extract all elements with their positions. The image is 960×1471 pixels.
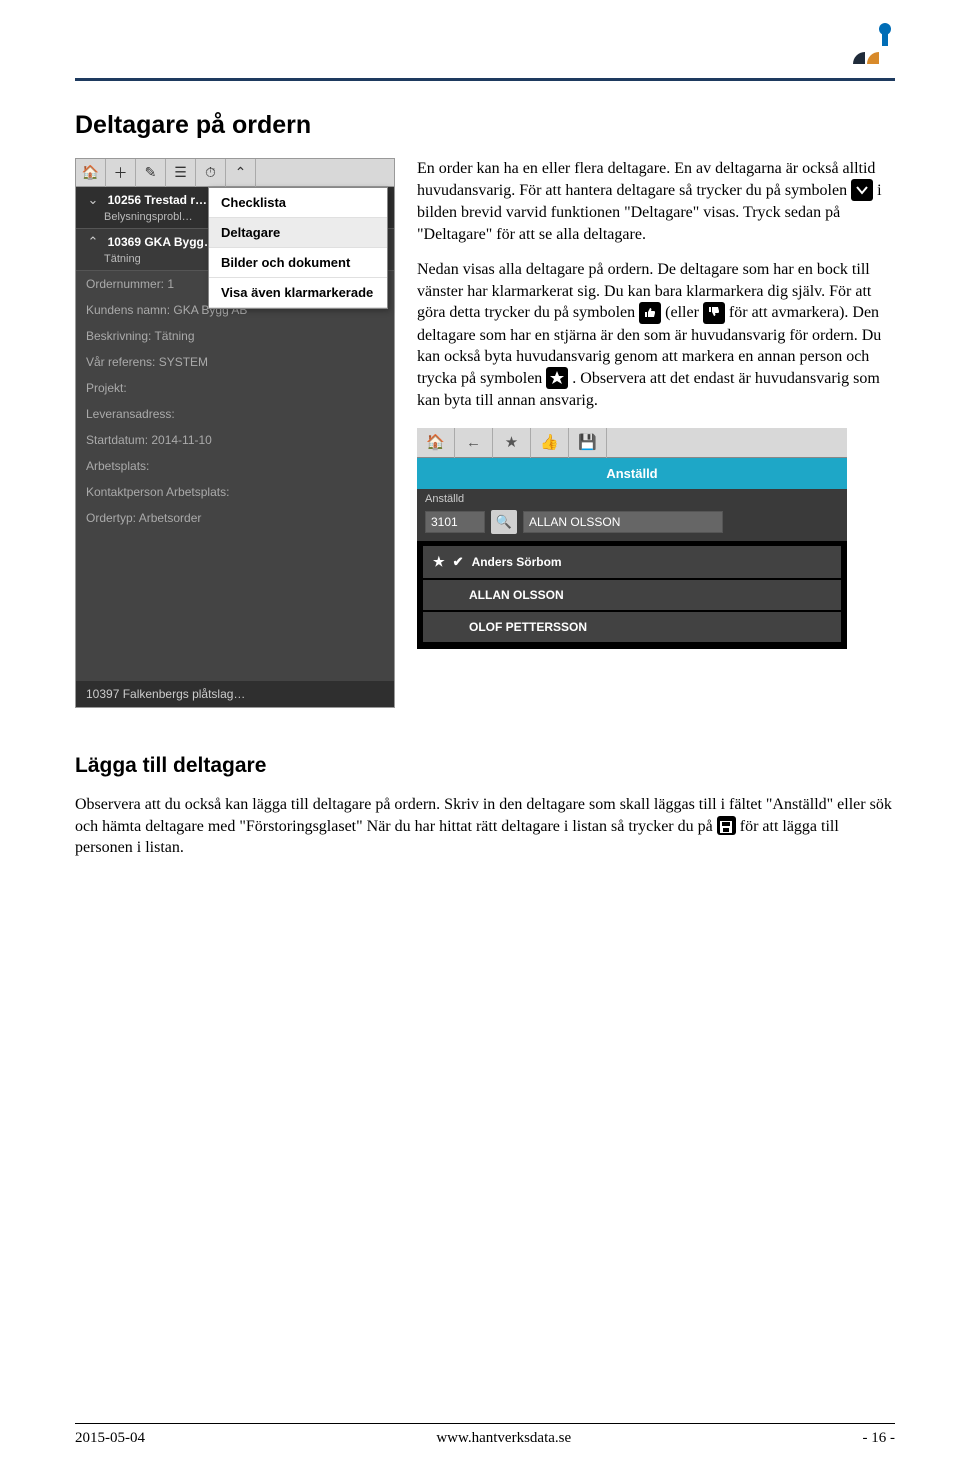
- pencil-icon[interactable]: ✎: [136, 159, 166, 187]
- home-icon[interactable]: 🏠: [417, 428, 455, 458]
- participant-name: OLOF PETTERSSON: [469, 619, 587, 635]
- field-projekt: Projekt:: [76, 375, 394, 401]
- participant-list: ★ ✔ Anders Sörbom ALLAN OLSSON OLOF PETT…: [417, 541, 847, 649]
- field-leveransadress: Leveransadress:: [76, 401, 394, 427]
- participant-name: ALLAN OLSSON: [469, 587, 564, 603]
- page-title: Deltagare på ordern: [75, 111, 895, 140]
- field-ordertyp: Ordertyp: Arbetsorder: [76, 505, 394, 531]
- order-sub: Tätning: [104, 253, 141, 265]
- plus-icon[interactable]: ＋: [106, 159, 136, 187]
- list-item[interactable]: ★ ✔ Anders Sörbom: [423, 546, 841, 578]
- star-icon: [546, 367, 568, 389]
- field-referens: Vår referens: SYSTEM: [76, 349, 394, 375]
- list-item[interactable]: ALLAN OLSSON: [423, 580, 841, 610]
- list-icon[interactable]: ☰: [166, 159, 196, 187]
- field-kontaktperson: Kontaktperson Arbetsplats:: [76, 479, 394, 505]
- header-rule: [75, 78, 895, 81]
- ss2-toolbar: 🏠 ← ★ 👍 💾: [417, 428, 847, 458]
- chevron-down-icon: ⌄: [86, 192, 100, 208]
- text-segment: En order kan ha en eller flera deltagare…: [417, 160, 875, 199]
- screenshot-sidebar: 🏠 ＋ ✎ ☰ ⏱ ⌃ Checklista Deltagare Bilder …: [75, 158, 395, 708]
- menu-item-bilder[interactable]: Bilder och dokument: [209, 248, 387, 278]
- chevron-up-icon[interactable]: ⌃: [226, 159, 256, 187]
- back-icon[interactable]: ←: [455, 428, 493, 458]
- field-startdatum: Startdatum: 2014-11-10: [76, 427, 394, 453]
- list-item[interactable]: OLOF PETTERSSON: [423, 612, 841, 642]
- save-icon[interactable]: 💾: [569, 428, 607, 458]
- footer-url: www.hantverksdata.se: [436, 1430, 571, 1447]
- section-header: Anställd: [417, 458, 847, 490]
- clock-icon[interactable]: ⏱: [196, 159, 226, 187]
- context-menu: Checklista Deltagare Bilder och dokument…: [208, 187, 388, 309]
- thumbs-up-icon[interactable]: 👍: [531, 428, 569, 458]
- menu-item-checklista[interactable]: Checklista: [209, 188, 387, 218]
- menu-item-visa-klarmarkerade[interactable]: Visa även klarmarkerade: [209, 278, 387, 308]
- star-icon: ★: [433, 553, 445, 571]
- employee-name-input[interactable]: [523, 511, 723, 533]
- field-beskrivning: Beskrivning: Tätning: [76, 323, 394, 349]
- body-text: Observera att du också kan lägga till de…: [75, 794, 895, 859]
- chevron-down-icon: [851, 179, 873, 201]
- page-footer: 2015-05-04 www.hantverksdata.se - 16 -: [75, 1423, 895, 1447]
- star-icon[interactable]: ★: [493, 428, 531, 458]
- thumbs-down-icon: [703, 302, 725, 324]
- menu-item-deltagare[interactable]: Deltagare: [209, 218, 387, 248]
- brand-logo: [849, 20, 895, 66]
- body-text: En order kan ha en eller flera deltagare…: [417, 158, 895, 708]
- chevron-up-icon: ⌃: [86, 234, 100, 250]
- order-id: 10369 GKA Bygg…: [108, 235, 216, 249]
- check-icon: ✔: [453, 553, 464, 571]
- form-label: Anställd: [425, 492, 839, 507]
- order-row-bottom[interactable]: 10397 Falkenbergs plåtslag…: [76, 681, 394, 707]
- ss1-toolbar: 🏠 ＋ ✎ ☰ ⏱ ⌃: [76, 159, 394, 187]
- employee-code-input[interactable]: [425, 511, 485, 533]
- home-icon[interactable]: 🏠: [76, 159, 106, 187]
- participant-name: Anders Sörbom: [472, 554, 562, 570]
- thumbs-up-icon: [639, 302, 661, 324]
- section-heading: Lägga till deltagare: [75, 754, 895, 778]
- order-sub: Belysningsprobl…: [104, 211, 193, 223]
- text-segment: (eller: [665, 304, 703, 321]
- search-icon[interactable]: 🔍: [491, 510, 517, 534]
- field-arbetsplats: Arbetsplats:: [76, 453, 394, 479]
- screenshot-deltagare: 🏠 ← ★ 👍 💾 Anställd Anställd 🔍: [417, 428, 847, 649]
- footer-page: - 16 -: [862, 1430, 895, 1447]
- order-id: 10256 Trestad r…: [108, 193, 207, 207]
- save-icon: [717, 816, 736, 835]
- footer-date: 2015-05-04: [75, 1430, 145, 1447]
